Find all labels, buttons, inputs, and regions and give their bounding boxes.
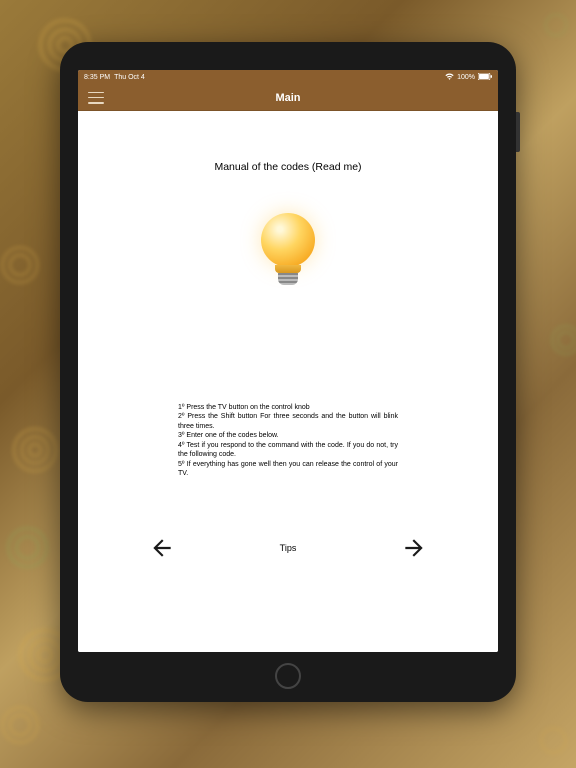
- tablet-frame: 8:35 PM Thu Oct 4 100% Main Manual of: [60, 42, 516, 702]
- battery-percent: 100%: [457, 74, 475, 81]
- next-arrow-button[interactable]: [400, 534, 428, 562]
- lightbulb-icon: [98, 213, 478, 293]
- home-button[interactable]: [275, 663, 301, 689]
- battery-icon: [478, 73, 492, 82]
- instruction-line: 2º Press the Shift button For three seco…: [178, 412, 398, 431]
- page-title: Manual of the codes (Read me): [98, 161, 478, 173]
- instruction-line: 5º If everything has gone well then you …: [178, 460, 398, 479]
- status-time: 8:35 PM: [84, 74, 110, 81]
- instruction-line: 1º Press the TV button on the control kn…: [178, 403, 398, 412]
- instruction-line: 4º Test if you respond to the command wi…: [178, 441, 398, 460]
- instructions-text: 1º Press the TV button on the control kn…: [98, 403, 478, 479]
- tablet-side-button: [516, 112, 520, 152]
- status-date: Thu Oct 4: [114, 74, 145, 81]
- nav-footer-label: Tips: [280, 543, 297, 553]
- page-nav-footer: Tips: [98, 534, 478, 562]
- instruction-line: 3º Enter one of the codes below.: [178, 431, 398, 440]
- wifi-icon: [445, 73, 454, 82]
- nav-bar: Main: [78, 85, 498, 111]
- screen: 8:35 PM Thu Oct 4 100% Main Manual of: [78, 70, 498, 652]
- status-bar: 8:35 PM Thu Oct 4 100%: [78, 70, 498, 85]
- content-area: Manual of the codes (Read me) 1º Press t…: [78, 111, 498, 652]
- prev-arrow-button[interactable]: [148, 534, 176, 562]
- nav-title: Main: [78, 92, 498, 104]
- menu-icon[interactable]: [88, 92, 104, 104]
